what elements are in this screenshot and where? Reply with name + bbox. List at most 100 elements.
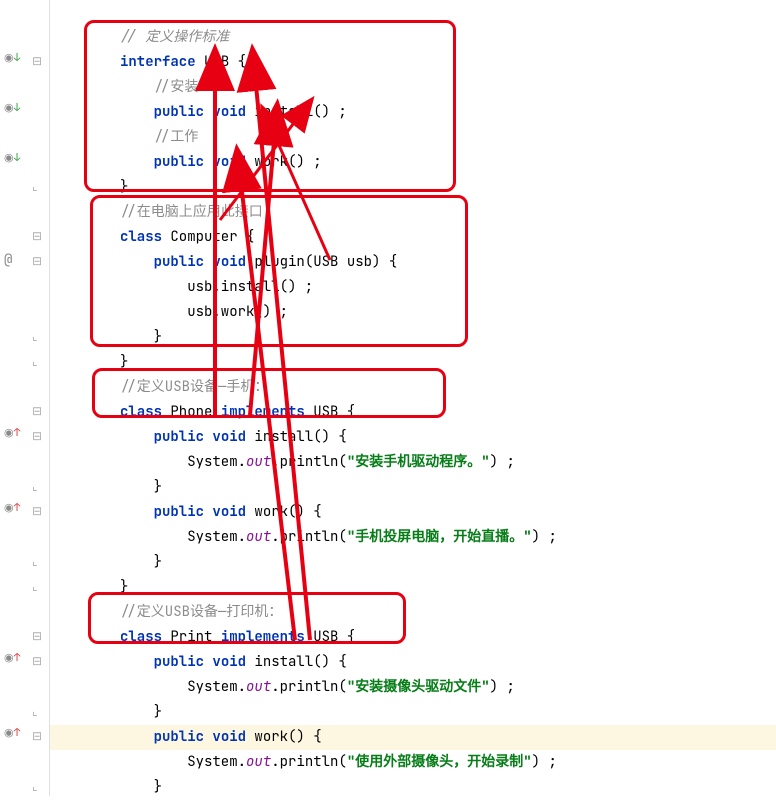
override-up-icon[interactable]: ◉↑ xyxy=(4,728,20,739)
fold-end-icon[interactable]: ⌞ xyxy=(32,353,38,369)
override-up-icon[interactable]: ◉↑ xyxy=(4,428,20,439)
code-text: .println( xyxy=(271,678,347,696)
code-line[interactable]: //定义USB设备—打印机： xyxy=(50,600,776,625)
code-text: USB { xyxy=(305,628,355,646)
field-ref: out xyxy=(246,453,271,471)
code-line[interactable]: System.out.println("使用外部摄像头，开始录制") ; xyxy=(50,750,776,775)
code-text: work() { xyxy=(246,728,322,746)
fold-end-icon[interactable]: ⌞ xyxy=(32,478,38,494)
fold-end-icon[interactable]: ⌞ xyxy=(32,703,38,719)
keyword: class xyxy=(120,228,162,246)
code-line[interactable]: } xyxy=(50,575,776,600)
code-line[interactable]: } xyxy=(50,700,776,725)
fold-end-icon[interactable]: ⌞ xyxy=(32,778,38,794)
identifier: USB xyxy=(204,53,229,71)
fold-end-icon[interactable]: ⌞ xyxy=(32,178,38,194)
code-text: usb.work() ; xyxy=(187,303,288,321)
code-line[interactable]: //在电脑上应用此接口 xyxy=(50,200,776,225)
editor-gutter: ◉↓ ◉↓ ◉↓ @ ◉↑ ◉↑ ◉↑ ◉↑ ⌞ ⌞ ⌞ ⌞ ⌞ ⌞ ⌞ ⌞ xyxy=(0,0,50,796)
code-text: usb.install() ; xyxy=(187,278,313,296)
fold-toggle-icon[interactable] xyxy=(32,653,42,669)
fold-toggle-icon[interactable] xyxy=(32,53,42,69)
keyword: public xyxy=(154,103,204,121)
override-down-icon[interactable]: ◉↓ xyxy=(4,153,20,164)
code-line[interactable]: } xyxy=(50,550,776,575)
code-line[interactable]: System.out.println("安装摄像头驱动文件") ; xyxy=(50,675,776,700)
code-line[interactable]: class Print implements USB { xyxy=(50,625,776,650)
code-text: .println( xyxy=(271,453,347,471)
override-up-icon[interactable]: ◉↑ xyxy=(4,653,20,664)
code-line[interactable]: public void install() { xyxy=(50,650,776,675)
code-line[interactable]: //定义USB设备—手机： xyxy=(50,375,776,400)
code-line[interactable]: } xyxy=(50,325,776,350)
code-line[interactable]: } xyxy=(50,775,776,800)
code-text: System. xyxy=(187,528,246,546)
string-literal: "使用外部摄像头，开始录制" xyxy=(347,753,532,771)
field-ref: out xyxy=(246,753,271,771)
fold-end-icon[interactable]: ⌞ xyxy=(32,328,38,344)
keyword: public xyxy=(154,428,204,446)
code-line[interactable]: public void work() ; xyxy=(50,150,776,175)
fold-end-icon[interactable]: ⌞ xyxy=(32,578,38,594)
comment-text: //在电脑上应用此接口 xyxy=(120,203,263,221)
code-line[interactable]: class Phone implements USB { xyxy=(50,400,776,425)
code-text: plugin(USB usb) { xyxy=(246,253,397,271)
code-line[interactable]: } xyxy=(50,475,776,500)
brace: } xyxy=(154,778,162,796)
code-line[interactable]: //安装 xyxy=(50,75,776,100)
fold-toggle-icon[interactable] xyxy=(32,403,42,419)
keyword: void xyxy=(212,428,246,446)
code-line[interactable]: System.out.println("手机投屏电脑，开始直播。") ; xyxy=(50,525,776,550)
brace: } xyxy=(154,328,162,346)
keyword: void xyxy=(212,103,246,121)
code-text: ) ; xyxy=(490,453,515,471)
fold-toggle-icon[interactable] xyxy=(32,628,42,644)
keyword: public xyxy=(154,653,204,671)
annotation-icon[interactable]: @ xyxy=(4,253,12,267)
code-line[interactable]: public void install() ; xyxy=(50,100,776,125)
code-line[interactable]: usb.work() ; xyxy=(50,300,776,325)
code-line[interactable]: interface USB { xyxy=(50,50,776,75)
code-text: .println( xyxy=(271,753,347,771)
code-text: work() ; xyxy=(246,153,322,171)
code-editor[interactable]: // 定义操作标准 interface USB { //安装 public vo… xyxy=(50,0,776,800)
code-text: install() { xyxy=(246,428,347,446)
override-down-icon[interactable]: ◉↓ xyxy=(4,53,20,64)
field-ref: out xyxy=(246,528,271,546)
comment-text: // 定义操作标准 xyxy=(120,28,229,46)
keyword: implements xyxy=(221,628,305,646)
code-text: install() { xyxy=(246,653,347,671)
code-line-current[interactable]: public void work() { xyxy=(50,725,776,750)
fold-toggle-icon[interactable] xyxy=(32,728,42,744)
code-line[interactable]: // 定义操作标准 xyxy=(50,25,776,50)
code-text: .println( xyxy=(271,528,347,546)
keyword: class xyxy=(120,403,162,421)
code-text: USB { xyxy=(305,403,355,421)
fold-toggle-icon[interactable] xyxy=(32,428,42,444)
keyword: public xyxy=(154,503,204,521)
brace: } xyxy=(154,553,162,571)
code-text: System. xyxy=(187,678,246,696)
code-line[interactable]: usb.install() ; xyxy=(50,275,776,300)
code-text: work() { xyxy=(246,503,322,521)
code-text: System. xyxy=(187,753,246,771)
code-line[interactable]: public void install() { xyxy=(50,425,776,450)
code-line[interactable]: } xyxy=(50,175,776,200)
fold-end-icon[interactable]: ⌞ xyxy=(32,553,38,569)
override-down-icon[interactable]: ◉↓ xyxy=(4,103,20,114)
code-line[interactable]: //工作 xyxy=(50,125,776,150)
keyword: implements xyxy=(221,403,305,421)
code-line[interactable]: System.out.println("安装手机驱动程序。") ; xyxy=(50,450,776,475)
keyword: void xyxy=(212,503,246,521)
code-text: System. xyxy=(187,453,246,471)
code-line[interactable]: class Computer { xyxy=(50,225,776,250)
fold-toggle-icon[interactable] xyxy=(32,228,42,244)
code-line[interactable]: public void work() { xyxy=(50,500,776,525)
override-up-icon[interactable]: ◉↑ xyxy=(4,503,20,514)
code-line[interactable]: public void plugin(USB usb) { xyxy=(50,250,776,275)
fold-toggle-icon[interactable] xyxy=(32,253,42,269)
fold-toggle-icon[interactable] xyxy=(32,503,42,519)
code-line[interactable]: } xyxy=(50,350,776,375)
keyword: void xyxy=(204,728,246,746)
identifier: Computer { xyxy=(162,228,254,246)
